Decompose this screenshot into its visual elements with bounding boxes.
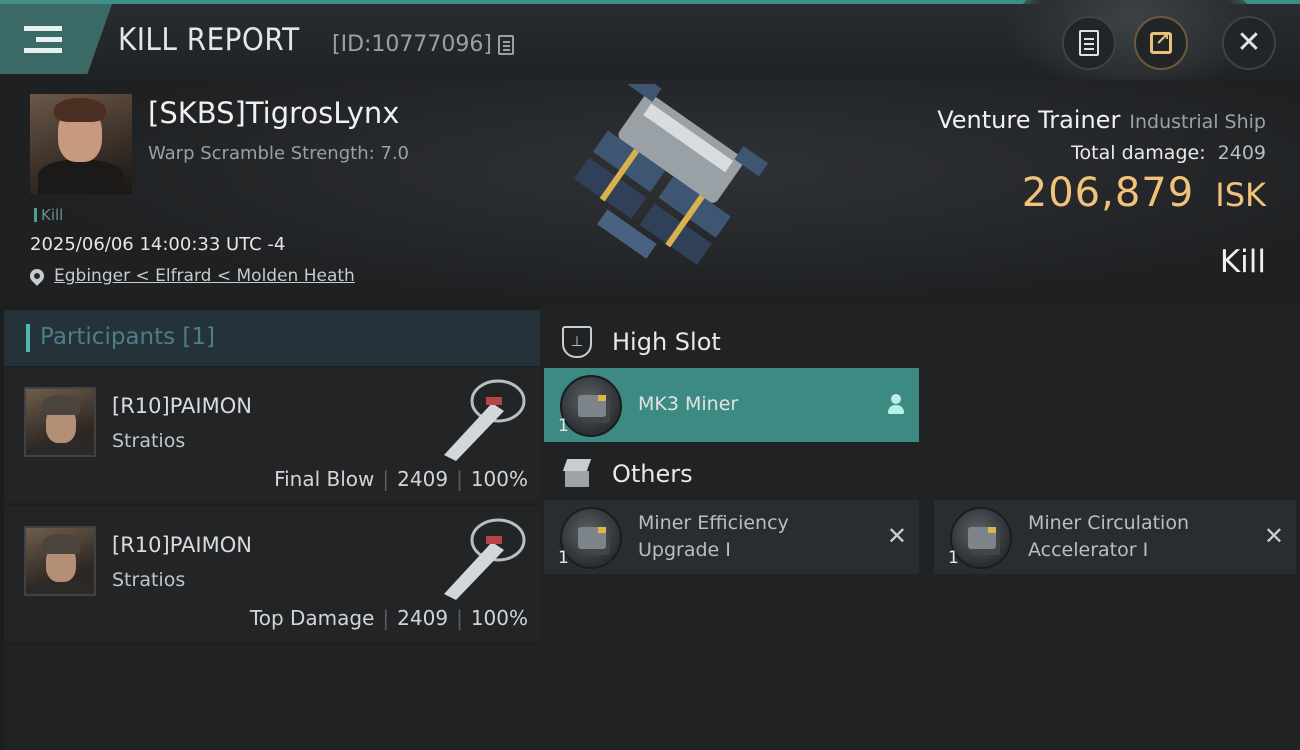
- warp-scramble-strength: Warp Scramble Strength: 7.0: [148, 143, 410, 164]
- participants-title: Participants [1]: [40, 324, 215, 350]
- location-text[interactable]: Egbinger < Elfrard < Molden Heath: [54, 266, 355, 286]
- menu-button[interactable]: [0, 4, 112, 74]
- high-slot-header: ⊥ High Slot: [540, 312, 721, 372]
- module-quantity: 1: [948, 548, 959, 568]
- participant-name: [R10]PAIMON: [112, 533, 252, 557]
- isk-unit: ISK: [1215, 176, 1266, 214]
- module-quantity: 1: [558, 548, 569, 568]
- participant-name: [R10]PAIMON: [112, 394, 252, 418]
- report-id: [ID:10777096]: [332, 32, 492, 57]
- header-bar: KILL REPORT [ID:10777096] ✕: [0, 0, 1300, 90]
- victim-ship: Venture Trainer Industrial Ship: [937, 106, 1266, 134]
- total-damage-value: 2409: [1217, 142, 1266, 164]
- participant-role: Top Damage: [249, 606, 375, 630]
- destroyed-x-icon: ✕: [886, 522, 907, 550]
- share-icon: [1150, 29, 1172, 54]
- participant-stats: Top Damage | 2409 | 100%: [249, 606, 528, 630]
- location-link[interactable]: Egbinger < Elfrard < Molden Heath: [27, 266, 355, 286]
- module-name: MK3 Miner: [638, 393, 739, 415]
- clipboard-button[interactable]: [1062, 16, 1116, 70]
- participant-damage: 2409: [397, 606, 449, 630]
- others-header: Others: [540, 444, 693, 504]
- participant-card[interactable]: [R10]PAIMON Stratios Final Blow | 2409 | 100…: [4, 367, 540, 503]
- close-button[interactable]: ✕: [1222, 16, 1276, 70]
- participant-ship: Stratios: [112, 430, 186, 452]
- participant-role: Final Blow: [274, 467, 375, 491]
- destroyed-x-icon: ✕: [1263, 522, 1284, 550]
- participant-stats: Final Blow | 2409 | 100%: [274, 467, 528, 491]
- ship-name[interactable]: Venture Trainer: [937, 106, 1120, 134]
- high-slot-title: High Slot: [612, 328, 721, 356]
- participant-card[interactable]: [R10]PAIMON Stratios Top Damage | 2409 | 100…: [4, 506, 540, 642]
- fitting-panel: ⊥ High Slot 1 MK3 Miner Others 1 Miner E…: [540, 306, 1300, 750]
- clipboard-icon: [1079, 30, 1099, 56]
- isk-value: 206,879 ISK: [1022, 170, 1266, 216]
- page-title: KILL REPORT: [118, 22, 300, 58]
- high-slot-icon: ⊥: [562, 326, 592, 358]
- others-title: Others: [612, 460, 693, 488]
- participants-empty-row: [4, 645, 540, 750]
- others-item[interactable]: 1 Miner Circulation Accelerator I ✕: [934, 500, 1296, 574]
- participant-ship-image: [444, 379, 526, 461]
- copy-icon[interactable]: [498, 35, 514, 55]
- module-name: Miner Circulation Accelerator I: [1028, 512, 1189, 561]
- hamburger-menu-icon[interactable]: [24, 26, 62, 56]
- participant-percent: 100%: [470, 467, 528, 491]
- isk-amount: 206,879: [1021, 170, 1195, 216]
- module-icon: [950, 507, 1012, 569]
- kill-tag: Kill: [34, 206, 63, 224]
- participant-ship-image: [444, 518, 526, 600]
- victim-avatar[interactable]: [30, 94, 132, 194]
- total-damage-label: Total damage:: [1071, 142, 1206, 164]
- kill-result: Kill: [1219, 244, 1266, 280]
- module-quantity: 1: [558, 416, 569, 436]
- cargo-box-icon: [562, 459, 592, 489]
- participants-header-bar: [26, 324, 30, 352]
- victim-summary: [SKBS]TigrosLynx Warp Scramble Strength:…: [0, 80, 1300, 306]
- participant-percent: 100%: [470, 606, 528, 630]
- participant-avatar[interactable]: [24, 526, 96, 596]
- participant-avatar[interactable]: [24, 387, 96, 457]
- victim-name: [SKBS]TigrosLynx: [148, 96, 400, 130]
- participants-header[interactable]: Participants [1]: [4, 310, 540, 366]
- participant-ship: Stratios: [112, 569, 186, 591]
- total-damage: Total damage: 2409: [1071, 142, 1266, 164]
- victim-ship-image: [574, 84, 769, 265]
- location-pin-icon: [27, 266, 47, 286]
- participant-damage: 2409: [397, 467, 449, 491]
- kill-datetime: 2025/06/06 14:00:33 UTC -4: [30, 234, 286, 255]
- high-slot-item[interactable]: 1 MK3 Miner: [544, 368, 919, 442]
- participants-panel: Participants [1] [R10]PAIMON Stratios Fi…: [4, 310, 540, 750]
- share-button[interactable]: [1134, 16, 1188, 70]
- ship-class: Industrial Ship: [1129, 111, 1266, 133]
- others-item[interactable]: 1 Miner Efficiency Upgrade I ✕: [544, 500, 919, 574]
- module-icon: [560, 507, 622, 569]
- module-name: Miner Efficiency Upgrade I: [638, 512, 789, 561]
- close-icon: ✕: [1236, 25, 1262, 60]
- module-icon: [560, 375, 622, 437]
- user-icon: [887, 394, 905, 416]
